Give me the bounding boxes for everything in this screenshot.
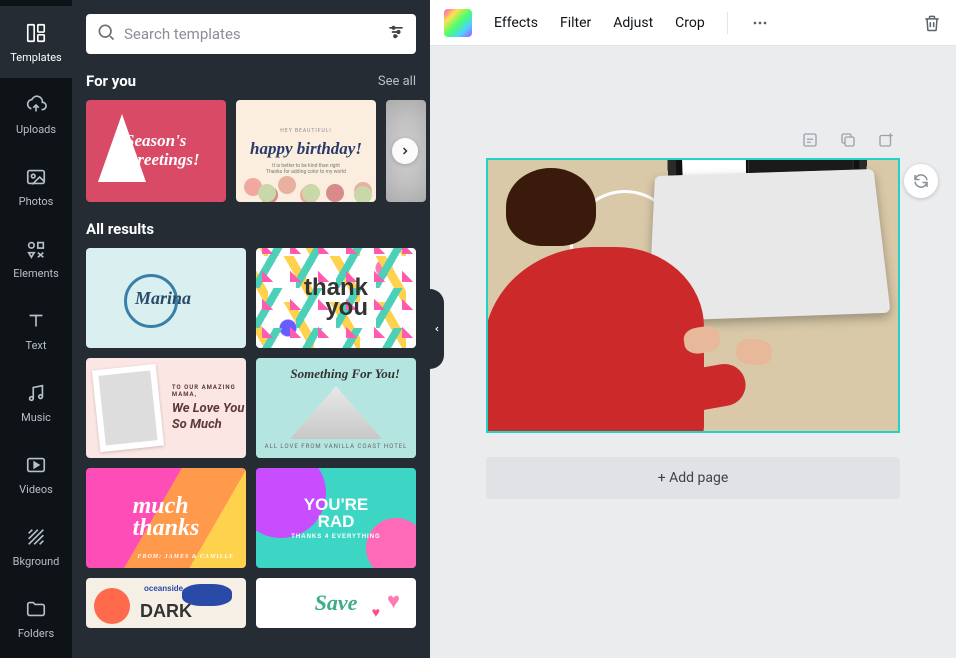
page-tools (800, 130, 896, 150)
effects-button[interactable]: Effects (494, 15, 538, 31)
template-subtext: FROM: JAMES & CAMILLE (137, 555, 234, 560)
filter-button[interactable]: Filter (560, 15, 591, 31)
template-save[interactable]: Save (256, 578, 416, 628)
videos-icon (24, 453, 48, 477)
templates-panel: For you See all Season's Greetings! HEY … (72, 0, 430, 658)
rail-label: Text (26, 339, 47, 352)
image-toolbar: Effects Filter Adjust Crop (430, 0, 956, 46)
search-bar (86, 14, 416, 54)
rail-label: Folders (18, 627, 54, 640)
template-text: DARK (140, 601, 192, 622)
template-caption: It is better to be kind than rightThanks… (266, 163, 346, 175)
rail-templates[interactable]: Templates (0, 6, 72, 78)
adjust-button[interactable]: Adjust (613, 15, 653, 31)
add-page-icon-button[interactable] (876, 130, 896, 150)
template-happy-birthday[interactable]: HEY BEAUTIFUL! happy birthday! It is bet… (236, 100, 376, 202)
text-icon (24, 309, 48, 333)
page-notes-button[interactable] (800, 130, 820, 150)
template-text: Marina (135, 288, 191, 309)
rail-label: Videos (19, 483, 53, 496)
rail-photos[interactable]: Photos (0, 150, 72, 222)
template-much-thanks[interactable]: much thanks FROM: JAMES & CAMILLE (86, 468, 246, 568)
template-text: Save (315, 590, 358, 616)
template-text: Season's Greetings! (125, 132, 215, 169)
rail-folders[interactable]: Folders (0, 582, 72, 654)
nav-rail: Templates Uploads Photos Elements Text M… (0, 0, 72, 658)
rail-uploads[interactable]: Uploads (0, 78, 72, 150)
rail-label: Uploads (16, 123, 56, 136)
template-we-love-you[interactable]: TO OUR AMAZING MAMA, We Love You So Much (86, 358, 246, 458)
template-subtext: THANKS 4 EVERYTHING (291, 534, 380, 540)
all-results-heading: All results (86, 220, 154, 238)
filter-icon[interactable] (386, 22, 406, 46)
see-all-link[interactable]: See all (378, 74, 416, 89)
rail-elements[interactable]: Elements (0, 222, 72, 294)
canvas-page[interactable] (486, 158, 900, 433)
elements-icon (24, 237, 48, 261)
canvas-area: Effects Filter Adjust Crop (430, 0, 956, 658)
more-button[interactable] (750, 13, 770, 33)
template-subtext: oceanside (144, 584, 183, 593)
color-swatch-button[interactable] (444, 9, 472, 37)
uploads-icon (24, 93, 48, 117)
rail-label: Elements (13, 267, 59, 280)
music-icon (24, 381, 48, 405)
folders-icon (24, 597, 48, 621)
rail-label: Music (21, 411, 51, 424)
selected-image[interactable] (488, 160, 898, 431)
template-text: happy birthday! (250, 140, 362, 157)
delete-button[interactable] (922, 13, 942, 33)
search-input[interactable] (124, 25, 378, 43)
rail-background[interactable]: Bkground (0, 510, 72, 582)
template-text: much thanks (133, 496, 200, 539)
template-text: thank you (304, 278, 368, 319)
rail-text[interactable]: Text (0, 294, 72, 366)
add-page-button[interactable]: + Add page (486, 457, 900, 499)
for-you-heading: For you (86, 72, 136, 90)
duplicate-page-button[interactable] (838, 130, 858, 150)
template-seasons-greetings[interactable]: Season's Greetings! (86, 100, 226, 202)
template-text: YOU'RE RAD (304, 496, 369, 530)
rail-label: Templates (10, 51, 61, 64)
template-dark[interactable]: oceanside DARK (86, 578, 246, 628)
template-subtext: ALL LOVE FROM VANILLA COAST HOTEL (265, 443, 408, 450)
sync-button[interactable] (904, 164, 938, 198)
rail-label: Bkground (13, 555, 60, 568)
scroll-right-button[interactable] (392, 138, 418, 164)
photos-icon (24, 165, 48, 189)
template-subtext: HEY BEAUTIFUL! (280, 128, 331, 134)
template-text: Something For You! (290, 366, 400, 382)
search-icon (96, 22, 116, 46)
rail-label: Photos (19, 195, 54, 208)
crop-button[interactable]: Crop (675, 15, 705, 31)
template-text: We Love You So Much (172, 401, 246, 432)
rail-videos[interactable]: Videos (0, 438, 72, 510)
rail-music[interactable]: Music (0, 366, 72, 438)
template-something-for-you[interactable]: Something For You! ALL LOVE FROM VANILLA… (256, 358, 416, 458)
template-thank-you[interactable]: thank you (256, 248, 416, 348)
background-icon (24, 525, 48, 549)
template-subtext: TO OUR AMAZING MAMA, (172, 384, 246, 398)
template-marina[interactable]: Marina (86, 248, 246, 348)
template-youre-rad[interactable]: YOU'RE RAD THANKS 4 EVERYTHING (256, 468, 416, 568)
templates-icon (24, 21, 48, 45)
